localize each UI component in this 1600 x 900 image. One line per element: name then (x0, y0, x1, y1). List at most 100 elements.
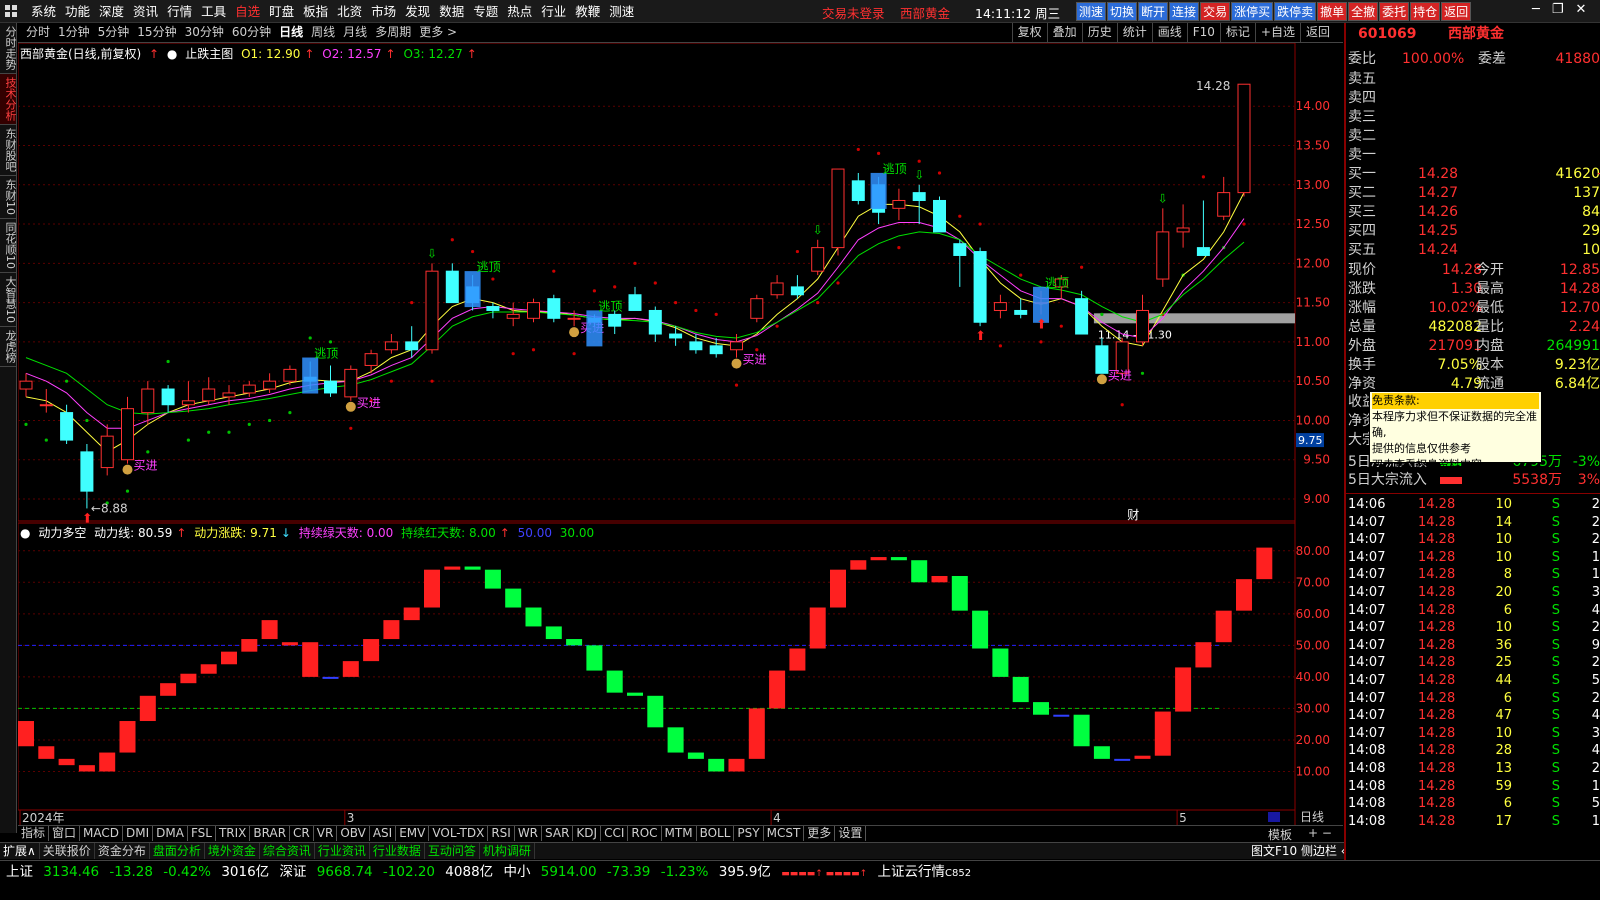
indicator-tab[interactable]: DMA (153, 826, 188, 841)
candle[interactable] (445, 263, 459, 304)
menu-item[interactable]: 系统 (31, 0, 56, 23)
candle[interactable] (547, 294, 561, 323)
close-icon[interactable]: ✕ (1575, 2, 1586, 17)
candle[interactable] (425, 263, 439, 354)
tool-button[interactable]: 标记 (1219, 23, 1255, 42)
period-tab[interactable]: 月线 (343, 23, 367, 42)
period-tab[interactable]: 多周期 (375, 23, 411, 42)
indicator-tab[interactable]: KDJ (573, 826, 602, 841)
candle[interactable] (527, 298, 540, 323)
quick-button[interactable]: 交易 (1200, 2, 1231, 21)
period-tab[interactable]: 1分钟 (58, 23, 90, 42)
indicator-tab[interactable]: 指标 (18, 826, 50, 841)
candle[interactable] (1095, 337, 1109, 374)
quick-button[interactable]: 返回 (1441, 2, 1472, 21)
quick-button[interactable]: 撤单 (1317, 2, 1348, 21)
candle[interactable] (161, 385, 175, 413)
ext-tab[interactable]: 互动问答 (425, 843, 480, 859)
candle[interactable] (811, 239, 825, 276)
ext-tab[interactable]: 综合资讯 (260, 843, 315, 859)
left-tab[interactable]: 龙虎榜 (0, 327, 17, 367)
quick-button[interactable]: 委托 (1379, 2, 1410, 21)
candle[interactable] (709, 337, 723, 358)
candle[interactable] (506, 302, 520, 327)
indicator-tab[interactable]: 设置 (835, 826, 867, 841)
candle[interactable] (628, 286, 642, 311)
period-tab[interactable]: 30分钟 (185, 23, 224, 42)
candle[interactable] (750, 294, 764, 323)
indicator-tab[interactable]: CR (290, 826, 314, 841)
indicator-tab[interactable]: EMV (396, 826, 430, 841)
candle[interactable] (831, 168, 845, 256)
candle[interactable] (689, 334, 703, 354)
cloud-quote-label[interactable]: 上证云行情 (878, 864, 946, 880)
scroll-thumb[interactable] (1268, 812, 1280, 822)
candle[interactable] (892, 188, 906, 221)
period-tab[interactable]: 更多 > (419, 23, 457, 42)
candle[interactable] (1014, 298, 1028, 319)
menu-item[interactable]: 资讯 (133, 0, 158, 23)
period-tab[interactable]: 日线 (279, 23, 303, 42)
app-logo-icon[interactable] (4, 4, 18, 18)
left-tab[interactable]: 技术分析 (0, 74, 17, 125)
indicator-tab[interactable]: MTM (662, 826, 697, 841)
indicator-tab[interactable]: TRIX (216, 826, 251, 841)
indicator-tab[interactable]: RSI (488, 826, 515, 841)
menu-item[interactable]: 工具 (201, 0, 226, 23)
indicator-name[interactable]: 动力多空 (38, 526, 86, 540)
indicator-tab[interactable]: ROC (628, 826, 662, 841)
candle[interactable] (486, 302, 500, 319)
indicator-tab[interactable]: BOLL (697, 826, 735, 841)
restore-icon[interactable]: ❐ (1552, 2, 1564, 17)
candle[interactable] (608, 310, 622, 335)
indicator-tab[interactable]: FSL (188, 826, 216, 841)
candle[interactable] (993, 294, 1007, 319)
menu-item[interactable]: 市场 (371, 0, 396, 23)
quick-button[interactable]: 连接 (1169, 2, 1200, 21)
indicator-tab[interactable]: CCI (601, 826, 629, 841)
candle[interactable] (790, 275, 804, 299)
dropdown-icon[interactable]: ● (167, 47, 177, 61)
sh-label[interactable]: 上证 (6, 864, 33, 880)
tool-button[interactable]: 画线 (1151, 23, 1187, 42)
sidebar-toggle[interactable]: 图文F10 侧边栏 « (1248, 843, 1353, 859)
ext-tab[interactable]: 扩展∧ (0, 843, 40, 859)
left-tab[interactable]: 东财股吧 (0, 125, 17, 176)
quick-button[interactable]: 切换 (1107, 2, 1138, 21)
candle[interactable] (100, 424, 114, 476)
menu-item[interactable]: 数据 (439, 0, 464, 23)
menu-item[interactable]: 深度 (99, 0, 124, 23)
indicator-tab[interactable]: PSY (734, 826, 764, 841)
candle[interactable] (1176, 204, 1190, 248)
ext-tab[interactable]: 机构调研 (480, 843, 535, 859)
tool-button[interactable]: 复权 (1011, 23, 1047, 42)
ext-tab[interactable]: 行业资讯 (315, 843, 370, 859)
period-tab[interactable]: 15分钟 (137, 23, 176, 42)
candle[interactable] (324, 365, 337, 397)
candle[interactable] (1196, 200, 1210, 256)
indicator-dropdown-icon[interactable]: ● (20, 526, 30, 540)
candle[interactable] (39, 389, 53, 413)
tool-button[interactable]: 历史 (1081, 23, 1117, 42)
candle[interactable] (770, 275, 784, 299)
candle[interactable] (141, 381, 155, 425)
ext-tab[interactable]: 盘面分析 (150, 843, 205, 859)
menu-item[interactable]: 热点 (507, 0, 532, 23)
indicator-tab[interactable]: 窗口 (49, 826, 81, 841)
minimize-icon[interactable]: ─ (1532, 2, 1540, 17)
menu-item[interactable]: 发现 (405, 0, 430, 23)
menu-item[interactable]: 板指 (303, 0, 328, 23)
indicator-tab[interactable]: OBV (337, 826, 370, 841)
indicator-tab[interactable]: BRAR (250, 826, 291, 841)
tool-button[interactable]: 返回 (1299, 23, 1335, 42)
candle[interactable] (384, 334, 398, 354)
period-tab[interactable]: 5分钟 (98, 23, 130, 42)
menu-item[interactable]: 行业 (541, 0, 566, 23)
menu-item[interactable]: 自选 (235, 0, 260, 23)
kline-chart[interactable]: 14.00 13.50 13.00 12.50 12.00 11.50 11.00 10.50… (18, 43, 1344, 826)
period-tab[interactable]: 60分钟 (232, 23, 271, 42)
indicator-tab[interactable]: VR (314, 826, 338, 841)
ext-tab[interactable]: 境外资金 (205, 843, 260, 859)
quick-button[interactable]: 全撤 (1348, 2, 1379, 21)
left-tab[interactable]: 东财10 (0, 176, 17, 219)
